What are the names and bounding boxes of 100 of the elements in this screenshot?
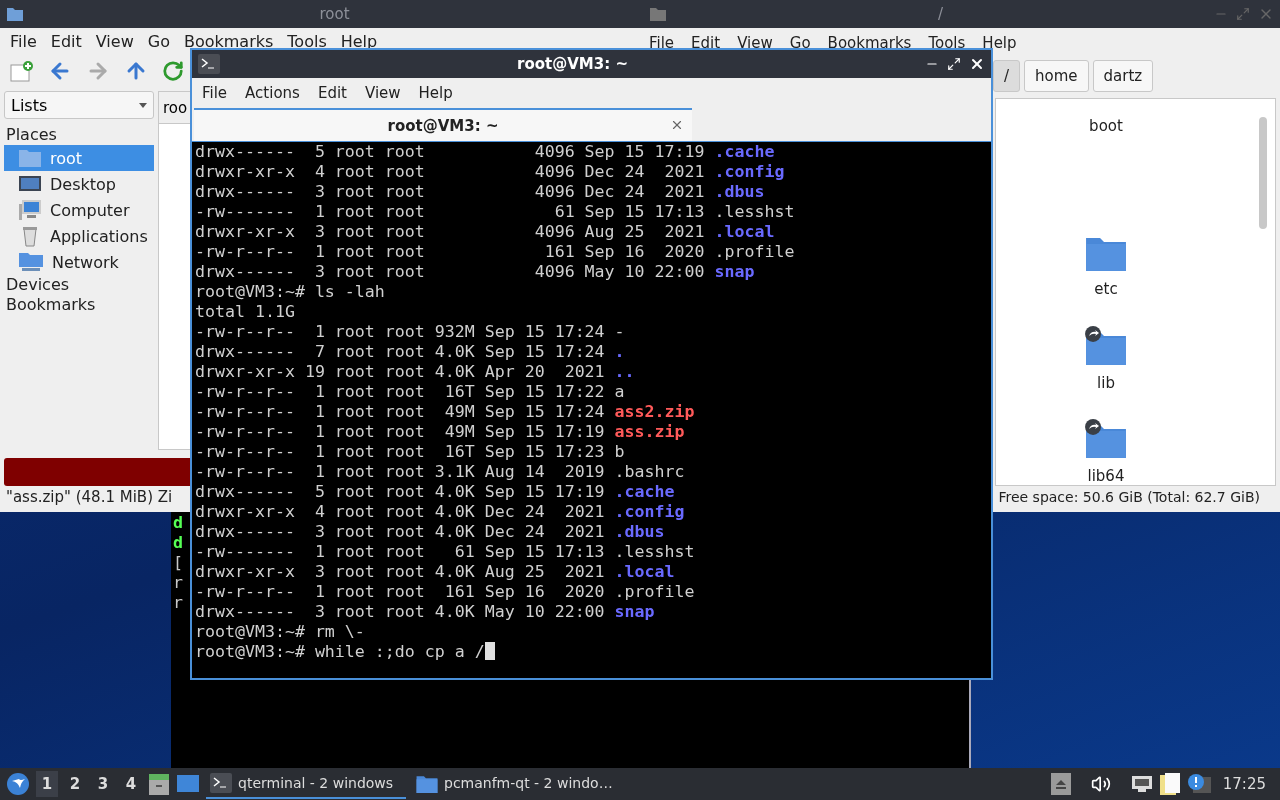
- menu-item[interactable]: View: [95, 32, 134, 51]
- file-cabinet-icon[interactable]: [148, 772, 170, 796]
- menu-item[interactable]: File: [649, 34, 675, 52]
- menu-item[interactable]: Go: [147, 32, 170, 51]
- task-button[interactable]: qterminal - 2 windows: [206, 769, 406, 799]
- menu-item[interactable]: Help: [982, 34, 1017, 52]
- terminal-line: -rw-r--r-- 1 root root 161 Sep 16 2020 .profile: [195, 242, 795, 262]
- folder-icon: [18, 148, 42, 168]
- folder-icon: [649, 6, 667, 22]
- folder-name[interactable]: boot: [1089, 116, 1123, 135]
- terminal-line: d: [173, 513, 183, 533]
- workspace-button[interactable]: 3: [92, 771, 114, 797]
- folder-name[interactable]: etc: [1094, 280, 1118, 298]
- path-button[interactable]: home: [1024, 60, 1089, 92]
- close-icon[interactable]: [969, 56, 985, 72]
- sidebar-item[interactable]: Applications: [4, 223, 154, 249]
- lists-dropdown[interactable]: Lists: [4, 91, 154, 119]
- scrollbar[interactable]: [1259, 117, 1267, 229]
- terminal-line: -rw-r--r-- 1 root root 49M Sep 15 17:24 ass2.zip: [195, 402, 695, 422]
- terminal-line: root@VM3:~# while :;do cp a /: [195, 642, 495, 662]
- menu-item[interactable]: Bookmarks: [827, 34, 912, 52]
- show-desktop-icon[interactable]: [176, 774, 200, 794]
- terminal-line: root@VM3:~# rm \-: [195, 622, 365, 642]
- terminal-icon: [198, 54, 220, 74]
- folder-icon: [6, 6, 24, 22]
- terminal-line: d: [173, 533, 183, 553]
- sidebar-item[interactable]: Network: [4, 249, 154, 275]
- section-header[interactable]: Bookmarks: [4, 295, 154, 315]
- terminal-line: r: [173, 573, 183, 593]
- workspace-button[interactable]: 4: [120, 771, 142, 797]
- desktop-icon: [18, 174, 42, 194]
- menu-item[interactable]: View: [737, 34, 773, 52]
- window-title: root@VM3: ~: [517, 55, 628, 73]
- terminal-line: r: [173, 593, 183, 613]
- clipboard-icon[interactable]: [1158, 772, 1181, 796]
- terminal-line: drwx------ 3 root root 4.0K May 10 22:00 snap: [195, 602, 655, 622]
- folder-name[interactable]: lib: [1097, 373, 1115, 392]
- window-title: /: [937, 5, 944, 23]
- terminal-line: [: [173, 553, 183, 573]
- terminal-line: drwx------ 5 root root 4.0K Sep 15 17:19 .cache: [195, 482, 675, 502]
- tab[interactable]: root@VM3: ~: [194, 108, 692, 141]
- notification-icon[interactable]: [1186, 773, 1211, 795]
- terminal-line: -rw------- 1 root root 61 Sep 15 17:13 .lesshst: [195, 542, 695, 562]
- menu-item[interactable]: Bookmarks: [183, 32, 274, 51]
- menu-item[interactable]: Help: [418, 84, 453, 102]
- reload-icon[interactable]: [162, 60, 184, 82]
- maximize-icon[interactable]: [947, 57, 961, 71]
- menu-item[interactable]: Go: [789, 34, 811, 52]
- folder-link-icon: [1085, 419, 1127, 459]
- eject-icon[interactable]: [1050, 773, 1071, 795]
- terminal-line: drwx------ 3 root root 4.0K Dec 24 2021 .dbus: [195, 522, 665, 542]
- terminal-line: drwxr-xr-x 3 root root 4096 Aug 25 2021 .local: [195, 222, 775, 242]
- path-button[interactable]: /: [993, 60, 1021, 92]
- menu-item[interactable]: Actions: [245, 84, 300, 102]
- terminal-icon: [210, 773, 232, 793]
- terminal-line: total 1.1G: [195, 302, 295, 322]
- terminal-line: drwx------ 5 root root 4096 Sep 15 17:19 .cache: [195, 142, 775, 162]
- terminal-line: drwx------ 3 root root 4096 Dec 24 2021 .dbus: [195, 182, 765, 202]
- menu-item[interactable]: Help: [340, 32, 378, 51]
- section-header[interactable]: Devices: [4, 275, 154, 295]
- menu-item[interactable]: Tools: [928, 34, 966, 52]
- new-tab-icon[interactable]: [10, 60, 34, 82]
- workspace-button[interactable]: 2: [64, 771, 86, 797]
- menu-item[interactable]: Edit: [317, 84, 347, 102]
- terminal-line: drwxr-xr-x 4 root root 4.0K Dec 24 2021 .config: [195, 502, 685, 522]
- menu-item[interactable]: File: [202, 84, 228, 102]
- close-icon[interactable]: [670, 118, 684, 132]
- computer-icon: [18, 199, 42, 221]
- sidebar-item[interactable]: Computer: [4, 197, 154, 223]
- network-folder-icon: [18, 251, 44, 273]
- menu-item[interactable]: Tools: [287, 32, 327, 51]
- terminal-line: -rw-r--r-- 1 root root 49M Sep 15 17:19 ass.zip: [195, 422, 685, 442]
- task-button[interactable]: pcmanfm-qt - 2 windo…: [412, 769, 612, 799]
- terminal-line: root@VM3:~# ls -lah: [195, 282, 385, 302]
- status-text: "ass.zip" (48.1 MiB) Zi: [6, 488, 173, 508]
- window-title: root: [319, 5, 350, 23]
- terminal-line: -rw-r--r-- 1 root root 16T Sep 15 17:23 b: [195, 442, 625, 462]
- volume-icon[interactable]: [1090, 774, 1111, 794]
- terminal-line: -rw-r--r-- 1 root root 932M Sep 15 17:24 -: [195, 322, 625, 342]
- path-button[interactable]: dartz: [1092, 60, 1154, 92]
- terminal-line: -rw-r--r-- 1 root root 161 Sep 16 2020 .profile: [195, 582, 695, 602]
- network-icon[interactable]: [1130, 775, 1153, 793]
- caret-icon: [139, 102, 147, 108]
- section-header: Places: [5, 125, 58, 145]
- menu-item[interactable]: Edit: [691, 34, 721, 52]
- terminal-line: drwxr-xr-x 4 root root 4096 Dec 24 2021 .config: [195, 162, 785, 182]
- terminal-line: -rw-r--r-- 1 root root 16T Sep 15 17:22 a: [195, 382, 625, 402]
- status-text: Free space: 50.6 GiB (Total: 62.7 GiB): [998, 489, 1260, 507]
- terminal-line: drwx------ 7 root root 4.0K Sep 15 17:24 .: [195, 342, 625, 362]
- sidebar-item[interactable]: Desktop: [4, 171, 154, 197]
- terminal-line: -rw------- 1 root root 61 Sep 15 17:13 .lesshst: [195, 202, 795, 222]
- menu-item[interactable]: Edit: [50, 32, 82, 51]
- folder-link-icon: [1085, 325, 1127, 366]
- menu-item[interactable]: File: [10, 32, 37, 51]
- start-menu-icon[interactable]: [6, 772, 30, 796]
- menu-item[interactable]: View: [364, 84, 401, 102]
- workspace-button[interactable]: 1: [36, 771, 58, 797]
- terminal-line: drwxr-xr-x 19 root root 4.0K Apr 20 2021 ..: [195, 362, 635, 382]
- terminal-line: drwx------ 3 root root 4096 May 10 22:00 snap: [195, 262, 755, 282]
- folder-name[interactable]: lib64: [1087, 467, 1125, 485]
